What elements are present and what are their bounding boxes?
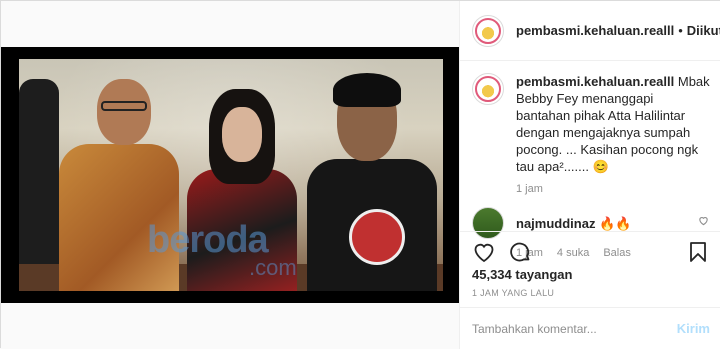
caption-meta: 1 jam xyxy=(516,183,710,195)
post-comment-button[interactable]: Kirim xyxy=(677,321,710,336)
heart-icon[interactable] xyxy=(472,240,496,264)
header-separator: • xyxy=(678,23,683,38)
post-header: pembasmi.kehaluan.realll • Diikuti xyxy=(460,1,720,61)
caption-username[interactable]: pembasmi.kehaluan.realll xyxy=(516,74,674,89)
media-area: beroda .com xyxy=(1,1,459,349)
bookmark-icon[interactable] xyxy=(686,240,710,264)
view-count[interactable]: 45,334 tayangan xyxy=(472,267,572,282)
person-left-edge xyxy=(19,79,59,291)
caption-time[interactable]: 1 jam xyxy=(516,183,543,195)
caption: pembasmi.kehaluan.realll Mbak Bebby Fey … xyxy=(472,73,710,175)
comment-username[interactable]: najmuddinaz xyxy=(516,216,595,231)
caption-avatar[interactable] xyxy=(472,73,504,105)
comment-text: 🔥🔥 xyxy=(599,216,632,231)
caption-text: Mbak Bebby Fey menanggapi bantahan pihak… xyxy=(516,74,710,174)
following-button[interactable]: Diikuti xyxy=(687,23,720,38)
avatar[interactable] xyxy=(472,14,504,47)
header-username[interactable]: pembasmi.kehaluan.realll xyxy=(516,23,674,38)
video-frame: beroda .com xyxy=(19,59,443,291)
add-comment-bar: Kirim xyxy=(460,307,720,349)
video-watermark-sub: .com xyxy=(249,255,297,280)
action-bar xyxy=(460,231,720,271)
post-side-panel: pembasmi.kehaluan.realll • Diikuti pemba… xyxy=(459,1,720,349)
instagram-post: beroda .com pembasmi.kehaluan.realll • D… xyxy=(0,0,720,349)
post-timestamp: 1 JAM YANG LALU xyxy=(472,288,555,298)
small-heart-icon[interactable] xyxy=(698,215,710,227)
comment-icon[interactable] xyxy=(508,240,532,264)
video-player[interactable]: beroda .com xyxy=(1,47,459,303)
comment-input[interactable] xyxy=(472,321,677,336)
comments-list: pembasmi.kehaluan.realll Mbak Bebby Fey … xyxy=(460,61,720,259)
person-man-batik xyxy=(59,144,179,291)
